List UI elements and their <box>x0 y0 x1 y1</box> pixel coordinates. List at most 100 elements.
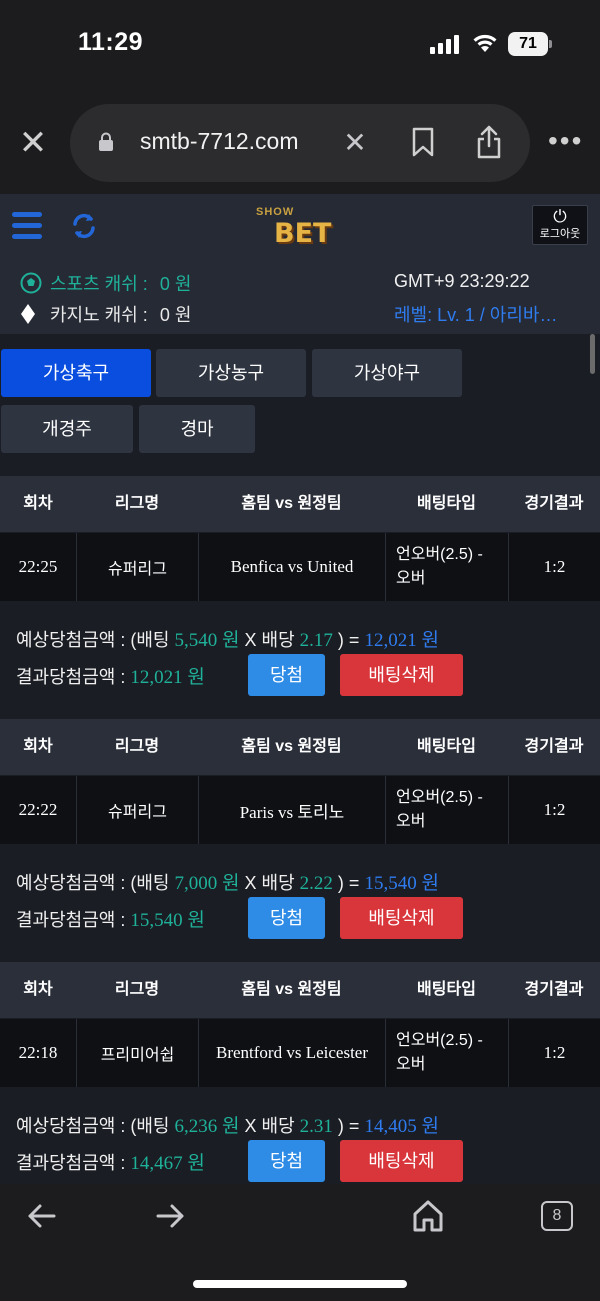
close-icon[interactable]: ✕ <box>14 124 52 162</box>
odds-value: 2.22 <box>299 873 333 894</box>
col-match: 홈팀 vs 원정팀 <box>241 495 342 512</box>
league-cell: 프리미어쉽 <box>76 1019 198 1087</box>
logout-label: 로그아웃 <box>539 228 581 240</box>
battery-indicator: 71 <box>508 32 548 56</box>
cellular-signal-icon <box>430 34 462 54</box>
table-header: 회차 리그명 홈팀 vs 원정팀 배팅타입 경기결과 <box>0 719 600 775</box>
col-result: 경기결과 <box>524 495 584 512</box>
result-cell: 1:2 <box>508 776 600 844</box>
server-clock: GMT+9 23:29:22 <box>394 271 530 291</box>
forward-arrow-icon[interactable] <box>150 1198 190 1234</box>
expected-amount: 12,021 원 <box>364 630 439 651</box>
table-row: 22:22 슈퍼리그 Paris vs 토리노 언오버(2.5) - 오버 1:2 <box>0 776 600 844</box>
win-button[interactable]: 당첨 <box>248 654 325 696</box>
match-cell: Paris vs 토리노 <box>198 776 385 844</box>
expected-win-line: 예상당첨금액 : (배팅 5,540 원 X 배당 2.17 ) = 12,02… <box>16 625 439 652</box>
refresh-icon[interactable] <box>70 212 98 240</box>
odds-label: X 배당 <box>244 630 295 650</box>
bet-type-cell: 언오버(2.5) - 오버 <box>385 1019 508 1087</box>
expected-amount: 14,405 원 <box>364 1116 439 1137</box>
col-result: 경기결과 <box>524 738 584 755</box>
casino-cash-row: 카지노 캐쉬 : 0 원 <box>20 301 191 327</box>
tab-dog-racing[interactable]: 개경주 <box>1 405 133 453</box>
result-win-line: 결과당첨금액 : 14,467 원 <box>16 1148 205 1175</box>
expected-label: 예상당첨금액 : (배팅 <box>16 873 170 893</box>
col-result: 경기결과 <box>524 981 584 998</box>
bet-type-cell: 언오버(2.5) - 오버 <box>385 533 508 601</box>
bet-type-line1: 언오버(2.5) - <box>396 546 483 563</box>
col-league: 리그명 <box>114 738 160 755</box>
lock-icon <box>99 132 113 151</box>
bet-type-line1: 언오버(2.5) - <box>396 789 483 806</box>
win-button[interactable]: 당첨 <box>248 897 325 939</box>
battery-tip <box>549 40 552 48</box>
back-arrow-icon[interactable] <box>22 1198 62 1234</box>
sports-cash-value: 0 원 <box>159 274 192 294</box>
scrollbar[interactable] <box>590 334 595 374</box>
equals-label: ) = <box>337 873 360 893</box>
tab-virtual-baseball[interactable]: 가상야구 <box>312 349 462 397</box>
league-cell: 슈퍼리그 <box>76 776 198 844</box>
status-bar: 11:29 71 <box>0 0 600 90</box>
share-icon[interactable] <box>474 124 504 160</box>
address-bar[interactable] <box>70 104 530 182</box>
tabs-count-icon[interactable]: 8 <box>541 1201 573 1231</box>
diamond-icon <box>20 303 42 326</box>
result-cell: 1:2 <box>508 533 600 601</box>
logout-button[interactable]: ⏻ 로그아웃 <box>532 205 588 245</box>
table-header: 회차 리그명 홈팀 vs 원정팀 배팅타입 경기결과 <box>0 962 600 1018</box>
result-win-line: 결과당첨금액 : 15,540 원 <box>16 905 205 932</box>
result-label: 결과당첨금액 : <box>16 667 126 687</box>
table-row: 22:18 프리미어쉽 Brentford vs Leicester 언오버(2… <box>0 1019 600 1087</box>
league-cell: 슈퍼리그 <box>76 533 198 601</box>
result-label: 결과당첨금액 : <box>16 910 126 930</box>
round-cell: 22:22 <box>18 800 58 819</box>
casino-cash-value: 0 원 <box>159 305 192 325</box>
odds-value: 2.31 <box>299 1116 333 1137</box>
tab-virtual-basketball[interactable]: 가상농구 <box>156 349 306 397</box>
col-bet-type: 배팅타입 <box>417 981 476 998</box>
bet-type-line2: 오버 <box>396 570 426 587</box>
site-logo[interactable]: SHOW BET <box>252 204 348 250</box>
home-indicator <box>193 1280 407 1288</box>
menu-icon[interactable] <box>12 210 44 242</box>
sports-cash-label: 스포츠 캐쉬 : <box>50 274 148 294</box>
bet-type-line2: 오버 <box>396 813 426 830</box>
result-amount: 12,021 원 <box>130 667 205 688</box>
delete-bet-button[interactable]: 배팅삭제 <box>340 654 463 696</box>
bet-type-cell: 언오버(2.5) - 오버 <box>385 776 508 844</box>
logo-main-text: BET <box>274 218 332 249</box>
odds-label: X 배당 <box>244 1116 295 1136</box>
col-league: 리그명 <box>114 981 160 998</box>
bet-amount: 6,236 원 <box>174 1116 240 1137</box>
match-cell: Benfica vs United <box>198 533 385 601</box>
round-cell: 22:25 <box>18 557 58 576</box>
result-cell: 1:2 <box>508 1019 600 1087</box>
result-amount: 15,540 원 <box>130 910 205 931</box>
tab-horse-racing[interactable]: 경마 <box>139 405 255 453</box>
delete-bet-button[interactable]: 배팅삭제 <box>340 897 463 939</box>
col-round: 회차 <box>23 981 53 998</box>
clear-url-icon[interactable]: ✕ <box>340 126 370 160</box>
win-button[interactable]: 당첨 <box>248 1140 325 1182</box>
more-options-icon[interactable]: ••• <box>548 126 583 156</box>
table-row: 22:25 슈퍼리그 Benfica vs United 언오버(2.5) - 오… <box>0 533 600 601</box>
sports-cash-row: 스포츠 캐쉬 : 0 원 <box>20 270 191 296</box>
logo-top-text: SHOW <box>256 206 295 218</box>
bet-type-line2: 오버 <box>396 1056 426 1073</box>
col-bet-type: 배팅타입 <box>417 738 476 755</box>
col-league: 리그명 <box>114 495 160 512</box>
tab-virtual-soccer[interactable]: 가상축구 <box>1 349 151 397</box>
soccer-ball-icon <box>20 272 42 295</box>
user-level-link[interactable]: 레벨: Lv. 1 / 아리바리바리 <box>394 301 574 327</box>
expected-win-line: 예상당첨금액 : (배팅 7,000 원 X 배당 2.22 ) = 15,54… <box>16 868 439 895</box>
delete-bet-button[interactable]: 배팅삭제 <box>340 1140 463 1182</box>
expected-win-line: 예상당첨금액 : (배팅 6,236 원 X 배당 2.31 ) = 14,40… <box>16 1111 439 1138</box>
table-header: 회차 리그명 홈팀 vs 원정팀 배팅타입 경기결과 <box>0 476 600 532</box>
col-match: 홈팀 vs 원정팀 <box>241 738 342 755</box>
home-icon[interactable] <box>408 1196 448 1236</box>
url-text[interactable]: smtb-7712.com <box>140 128 299 155</box>
expected-label: 예상당첨금액 : (배팅 <box>16 1116 170 1136</box>
bookmark-icon[interactable] <box>410 126 436 158</box>
bet-type-line1: 언오버(2.5) - <box>396 1032 483 1049</box>
